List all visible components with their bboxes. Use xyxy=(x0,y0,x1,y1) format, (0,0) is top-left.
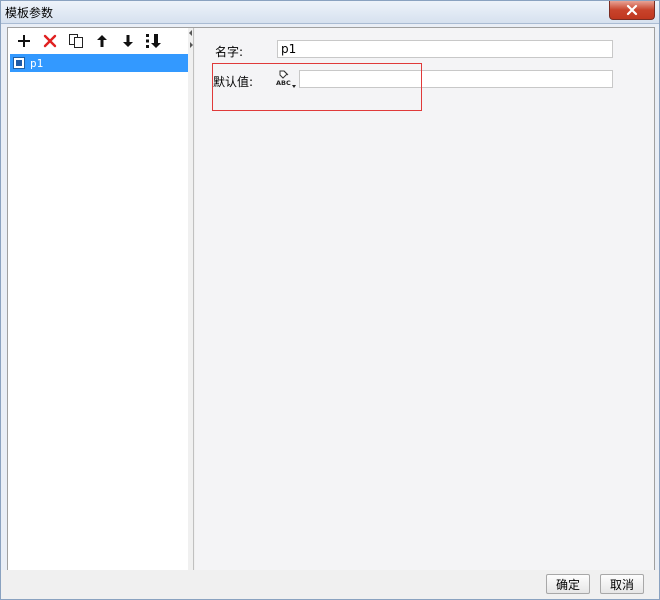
name-input[interactable] xyxy=(277,40,613,58)
name-label: 名字: xyxy=(215,45,244,59)
parameter-icon xyxy=(13,57,25,69)
cancel-button[interactable]: 取消 xyxy=(600,574,644,594)
ok-button[interactable]: 确定 xyxy=(546,574,590,594)
title-bar[interactable]: 模板参数 xyxy=(1,1,659,24)
sort-down-icon xyxy=(146,34,161,48)
close-button[interactable] xyxy=(609,1,655,20)
svg-text:ABC: ABC xyxy=(276,79,291,87)
arrow-down-icon xyxy=(123,35,133,47)
add-button[interactable] xyxy=(14,31,34,51)
parameter-list-panel: p1 xyxy=(8,28,189,570)
copy-icon xyxy=(69,34,83,48)
parameter-list: p1 xyxy=(10,54,188,72)
move-down-button[interactable] xyxy=(118,31,138,51)
sort-button[interactable] xyxy=(144,31,164,51)
value-type-button[interactable]: ABC xyxy=(275,68,297,90)
default-value-input[interactable] xyxy=(299,70,613,88)
panel-splitter[interactable] xyxy=(188,28,194,570)
plus-icon xyxy=(18,35,30,47)
list-item-p1[interactable]: p1 xyxy=(10,54,188,72)
window-title: 模板参数 xyxy=(5,6,54,20)
dialog-window: 模板参数 p1 名字: p1 默认值: ABC 确定 取消 xyxy=(0,0,660,600)
arrow-up-icon xyxy=(97,35,107,47)
close-icon xyxy=(626,4,638,16)
collapse-left-icon[interactable] xyxy=(189,30,192,36)
list-item-label: p1 xyxy=(30,56,44,70)
splitter-line xyxy=(193,28,194,570)
delete-x-icon xyxy=(43,34,57,48)
delete-button[interactable] xyxy=(40,31,60,51)
move-up-button[interactable] xyxy=(92,31,112,51)
parameter-detail-panel: 名字: 默认值: ABC xyxy=(195,28,654,570)
string-type-abc-icon: ABC xyxy=(276,70,296,88)
default-value-label: 默认值: xyxy=(213,75,254,89)
dialog-content: p1 名字: 默认值: ABC xyxy=(7,27,655,571)
list-toolbar xyxy=(8,28,188,54)
dialog-footer: 确定 取消 xyxy=(1,570,659,599)
copy-button[interactable] xyxy=(66,31,86,51)
